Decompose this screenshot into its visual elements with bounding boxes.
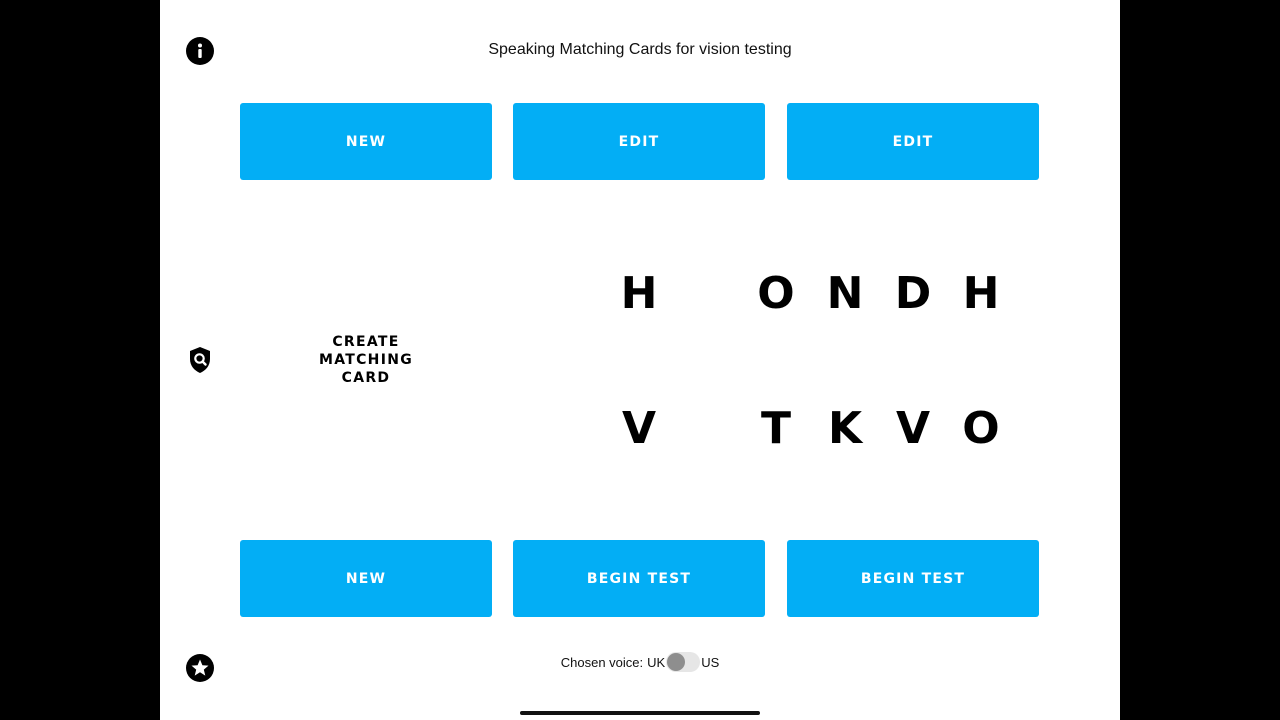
optotype-letter: V: [895, 402, 931, 454]
create-label-line: CARD: [341, 370, 391, 386]
page-title: Speaking Matching Cards for vision testi…: [488, 41, 792, 58]
new-card-button-bottom[interactable]: NEW: [240, 540, 492, 617]
create-matching-card-label[interactable]: CREATE MATCHING CARD: [240, 333, 492, 387]
voice-toggle[interactable]: [666, 652, 701, 672]
optotype-letter: H: [962, 267, 1000, 319]
new-card-button-top[interactable]: NEW: [240, 103, 492, 180]
card-3-row-1: N D H: [787, 263, 1039, 323]
toggle-knob: [667, 653, 686, 671]
shield-search-icon[interactable]: [188, 346, 212, 374]
begin-test-button-2[interactable]: BEGIN TEST: [787, 540, 1039, 617]
app-screen: Speaking Matching Cards for vision testi…: [160, 0, 1120, 720]
card-3-row-2: K V O: [787, 398, 1039, 458]
optotype-letter: K: [827, 402, 863, 454]
edit-card-button-1[interactable]: EDIT: [513, 103, 765, 180]
optotype-letter: O: [962, 402, 1000, 454]
voice-option-us: US: [701, 654, 720, 670]
home-indicator: [520, 711, 760, 715]
voice-label: Chosen voice:: [560, 654, 644, 670]
optotype-letter: N: [826, 267, 864, 319]
voice-selector: Chosen voice: UK US: [160, 650, 1120, 674]
begin-test-button-1[interactable]: BEGIN TEST: [513, 540, 765, 617]
voice-option-uk: UK: [647, 654, 666, 670]
edit-card-button-2[interactable]: EDIT: [787, 103, 1039, 180]
optotype-letter: D: [894, 267, 932, 319]
create-label-line: CREATE: [332, 334, 400, 350]
create-label-line: MATCHING: [318, 352, 414, 368]
